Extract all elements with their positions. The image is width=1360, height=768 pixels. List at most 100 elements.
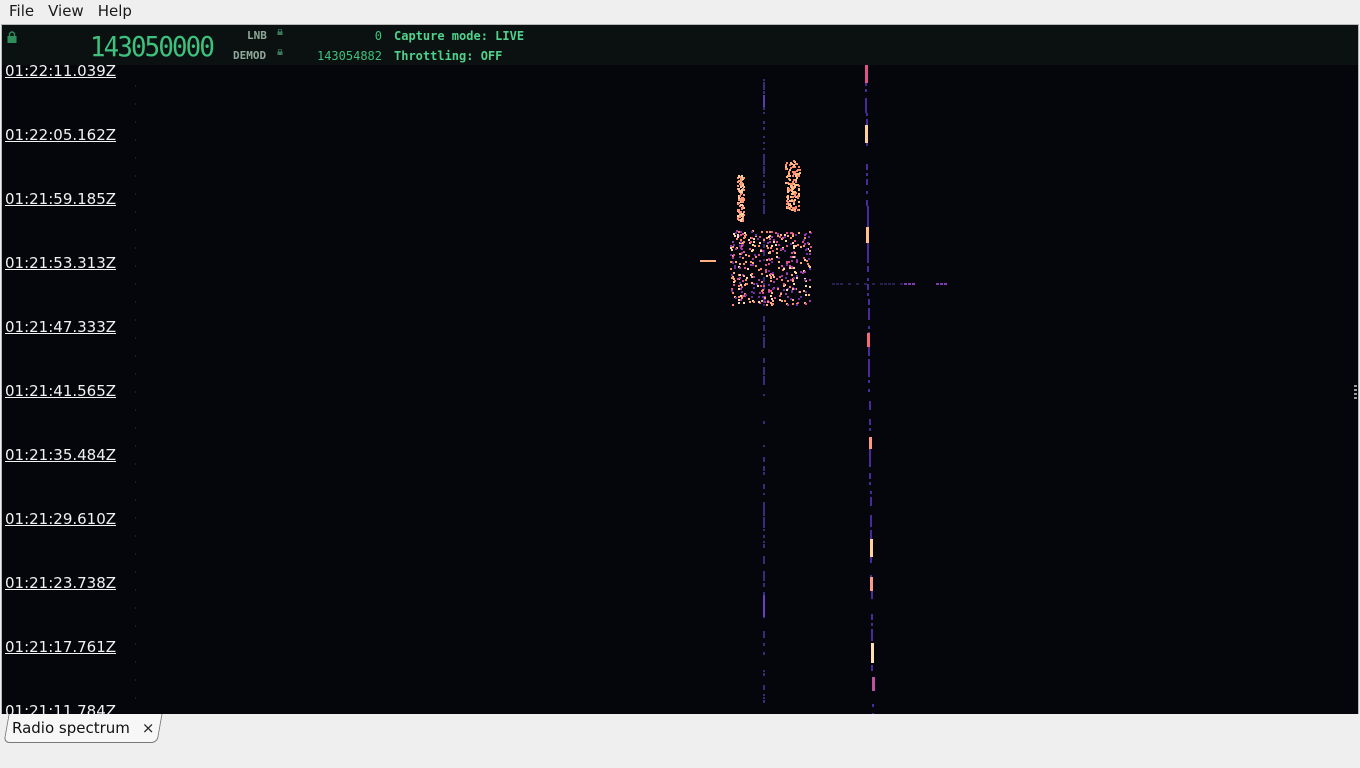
weak-carrier [763,595,765,617]
burst-pixel [738,231,740,233]
carrier-trace [868,317,870,320]
burst-pixel [778,244,780,246]
weak-carrier [763,277,765,282]
burst-pixel [770,273,772,275]
carrier-trace [870,530,872,533]
burst-pixel [739,277,741,279]
carrier-trace [869,482,871,485]
burst-pixel [739,282,741,284]
weak-carrier [763,343,765,346]
burst-pixel [741,215,743,217]
burst-pixel [792,188,794,190]
main-frequency-display[interactable]: 143050000 [90,31,215,63]
burst-pixel [794,195,796,197]
burst-pixel [732,241,734,243]
carrier-trace [870,557,872,560]
burst-pixel [733,281,735,283]
weak-carrier [763,421,765,424]
burst-pixel [792,242,794,244]
burst-pixel [753,283,755,285]
burst-pixel [736,238,738,240]
burst-pixel [790,298,792,300]
burst-pixel [732,304,734,306]
waterfall-display[interactable]: 01:22:11.039Z 01:22:05.162Z 01:21:59.185… [2,62,1358,715]
lnb-label: LNB [247,29,267,42]
burst-pixel [779,295,781,297]
carrier-trace [871,617,873,620]
burst-pixel [757,238,759,240]
burst-pixel [798,175,800,177]
noise-dot [135,589,136,591]
burst-pixel [785,240,787,242]
burst-pixel [751,273,753,275]
weak-carrier [763,358,765,363]
burst-pixel [731,274,733,276]
burst-pixel [745,294,747,296]
burst-pixel [744,236,746,238]
burst-pixel [793,203,795,205]
weak-carrier [763,142,765,144]
lnb-lock-icon[interactable] [277,29,283,35]
carrier-trace [871,632,873,635]
carrier-trace [865,110,867,113]
weak-carrier [763,334,765,336]
carrier-trace [869,464,871,467]
burst-pixel [836,283,839,285]
weak-carrier [763,112,765,114]
timestamp-label: 01:21:53.313Z [5,254,117,272]
burst-pixel [739,253,741,255]
burst-pixel [732,292,734,294]
burst-pixel [765,269,767,271]
menu-file[interactable]: File [0,0,39,22]
burst-pixel [730,261,732,263]
burst-pixel [731,277,733,279]
burst-pixel [751,231,753,233]
burst-pixel [766,245,768,247]
carrier-trace [867,278,869,281]
burst-pixel [740,180,742,182]
carrier-trace [866,191,868,194]
burst-pixel [792,299,794,301]
burst-pixel [746,283,748,285]
burst-pixel [772,288,774,290]
burst-pixel [758,296,760,298]
weak-carrier [763,259,765,261]
noise-dot [135,643,136,645]
lock-icon[interactable] [6,31,18,43]
weak-carrier [763,367,765,370]
burst-pixel [795,179,797,181]
tab-bar: Radio spectrum × [0,714,1360,768]
burst-pixel [738,175,740,177]
noise-dot [135,391,136,393]
burst-pixel [770,247,772,249]
burst-pixel [751,291,753,293]
carrier-trace [867,293,869,296]
carrier-trace [869,473,871,476]
weak-carrier [763,175,765,177]
burst-pixel [731,288,733,290]
noise-dot [135,571,136,573]
resize-handle[interactable] [1354,385,1357,399]
weak-carrier [763,652,765,655]
burst-pixel [738,188,740,190]
menu-help[interactable]: Help [89,0,137,22]
menu-view[interactable]: View [39,0,89,22]
lnb-value[interactable]: 0 [302,29,382,43]
carrier-trace [868,311,870,314]
close-icon[interactable]: × [142,719,155,737]
burst-pixel [904,283,907,285]
burst-pixel [740,186,742,188]
burst-pixel [788,173,790,175]
weak-carrier [763,511,765,516]
demod-lock-icon[interactable] [277,49,283,55]
carrier-trace [866,167,868,170]
demod-value[interactable]: 143054882 [292,49,382,63]
burst-pixel [791,252,793,254]
burst-pixel [799,291,801,293]
burst-pixel [793,277,795,279]
tab-label: Radio spectrum [12,719,130,737]
burst-pixel [788,204,790,206]
carrier-trace [871,596,873,599]
weak-carrier [763,688,765,690]
burst-pixel [797,244,799,246]
